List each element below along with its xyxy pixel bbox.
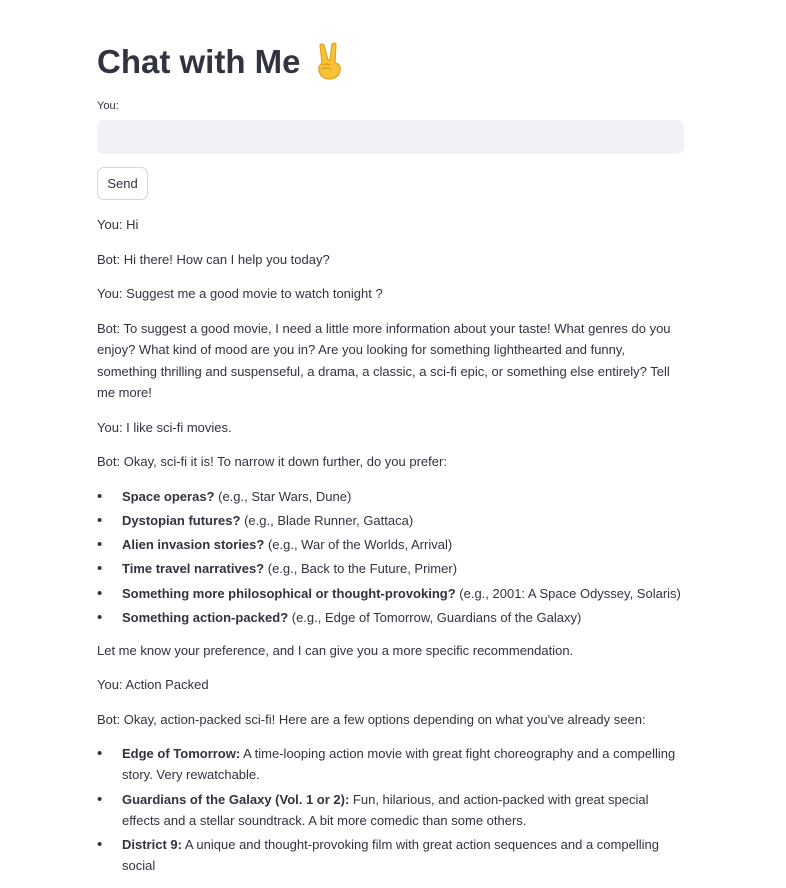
list-item-title: Time travel narratives? <box>122 561 265 577</box>
subgenre-list: Space operas? (e.g., Star Wars, Dune) Dy… <box>97 486 685 628</box>
recommendation-list: Edge of Tomorrow: A time-looping action … <box>97 743 685 876</box>
list-item: Alien invasion stories? (e.g., War of th… <box>97 534 685 555</box>
list-item: Dystopian futures? (e.g., Blade Runner, … <box>97 510 685 531</box>
message-bot: Bot: Okay, sci-fi it is! To narrow it do… <box>97 454 447 469</box>
list-item-title: Space operas? <box>122 488 215 504</box>
chat-transcript: You: Hi Bot: Hi there! How can I help yo… <box>97 214 685 888</box>
list-item: Edge of Tomorrow: A time-looping action … <box>97 743 685 785</box>
message-bot: Bot: Hi there! How can I help you today? <box>97 251 330 267</box>
message-user: You: Suggest me a good movie to watch to… <box>97 286 383 301</box>
list-item-title: Guardians of the Galaxy (Vol. 1 or 2): <box>122 791 350 807</box>
message-user: You: Action Packed <box>97 677 209 693</box>
list-item-text: (e.g., Edge of Tomorrow, Guardians of th… <box>288 609 582 625</box>
list-item: Guardians of the Galaxy (Vol. 1 or 2): F… <box>97 789 685 831</box>
list-item-title: District 9: <box>122 837 182 853</box>
message-user: You: I like sci-fi movies. <box>97 419 232 435</box>
message-bot: Bot: Okay, action-packed sci-fi! Here ar… <box>97 711 646 727</box>
input-label: You: <box>97 100 119 112</box>
message-user: You: Hi <box>97 217 139 232</box>
message-input[interactable] <box>97 120 684 154</box>
message-bot: Let me know your preference, and I can g… <box>97 642 574 658</box>
list-item-text: (e.g., Blade Runner, Gattaca) <box>240 512 414 528</box>
list-item: Something more philosophical or thought-… <box>97 583 685 604</box>
list-item: Something action-packed? (e.g., Edge of … <box>97 607 685 628</box>
list-item-title: Dystopian futures? <box>122 512 241 528</box>
page-title: Chat with Me <box>97 40 345 84</box>
list-item: Time travel narratives? (e.g., Back to t… <box>97 558 685 579</box>
list-item-text: (e.g., 2001: A Space Odyssey, Solaris) <box>455 585 681 601</box>
list-item-text: A unique and thought-provoking film with… <box>122 837 659 874</box>
list-item-title: Something action-packed? <box>122 609 289 625</box>
message-bot: Bot: To suggest a good movie, I need a l… <box>97 320 671 401</box>
list-item-text: (e.g., War of the Worlds, Arrival) <box>264 537 453 553</box>
list-item: Space operas? (e.g., Star Wars, Dune) <box>97 486 685 507</box>
send-button[interactable]: Send <box>97 167 148 200</box>
victory-hand-icon <box>311 41 345 81</box>
list-item-title: Alien invasion stories? <box>122 537 265 553</box>
list-item: District 9: A unique and thought-provoki… <box>97 834 685 876</box>
page-title-text: Chat with Me <box>97 43 301 80</box>
list-item-title: Something more philosophical or thought-… <box>122 585 456 601</box>
list-item-text: (e.g., Back to the Future, Primer) <box>264 561 458 577</box>
list-item-title: Edge of Tomorrow: <box>122 746 241 762</box>
list-item-text: (e.g., Star Wars, Dune) <box>214 488 352 504</box>
